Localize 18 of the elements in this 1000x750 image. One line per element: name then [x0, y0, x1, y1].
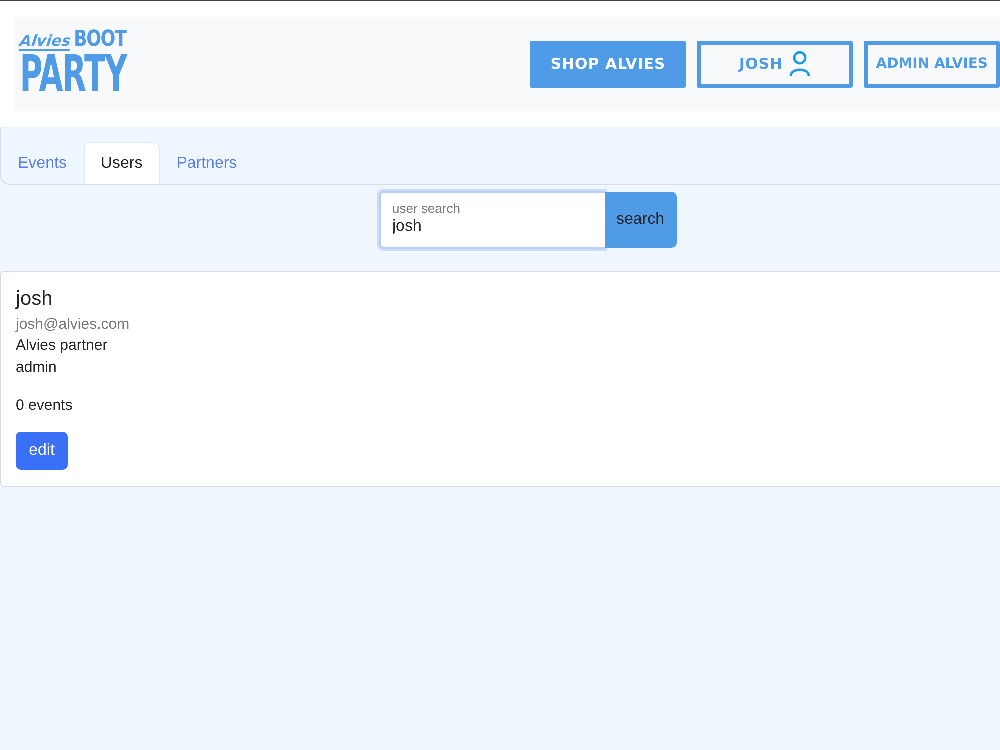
logo-text: BOOT: [74, 29, 126, 51]
logo-script-text: Alvies: [18, 34, 72, 51]
user-icon: [789, 51, 812, 77]
tab[interactable]: Users: [84, 142, 160, 184]
admin-button[interactable]: ADMIN ALVIES: [864, 40, 1000, 88]
edit-button[interactable]: edit: [16, 432, 68, 470]
search-button[interactable]: search: [604, 192, 676, 248]
tab[interactable]: Partners: [160, 142, 254, 184]
user-role: admin: [16, 358, 58, 378]
user-email: josh@alvies.com: [16, 315, 131, 335]
user-name: josh: [16, 288, 54, 311]
field-label: user search: [392, 201, 462, 216]
shop-button[interactable]: SHOP ALVIES: [530, 40, 686, 88]
account-button[interactable]: JOSH: [697, 40, 854, 88]
user-role: Alvies partner: [16, 336, 109, 356]
tab[interactable]: Events: [1, 142, 84, 184]
event-count: 0 events: [16, 397, 74, 414]
logo-text: PARTY: [20, 49, 127, 99]
